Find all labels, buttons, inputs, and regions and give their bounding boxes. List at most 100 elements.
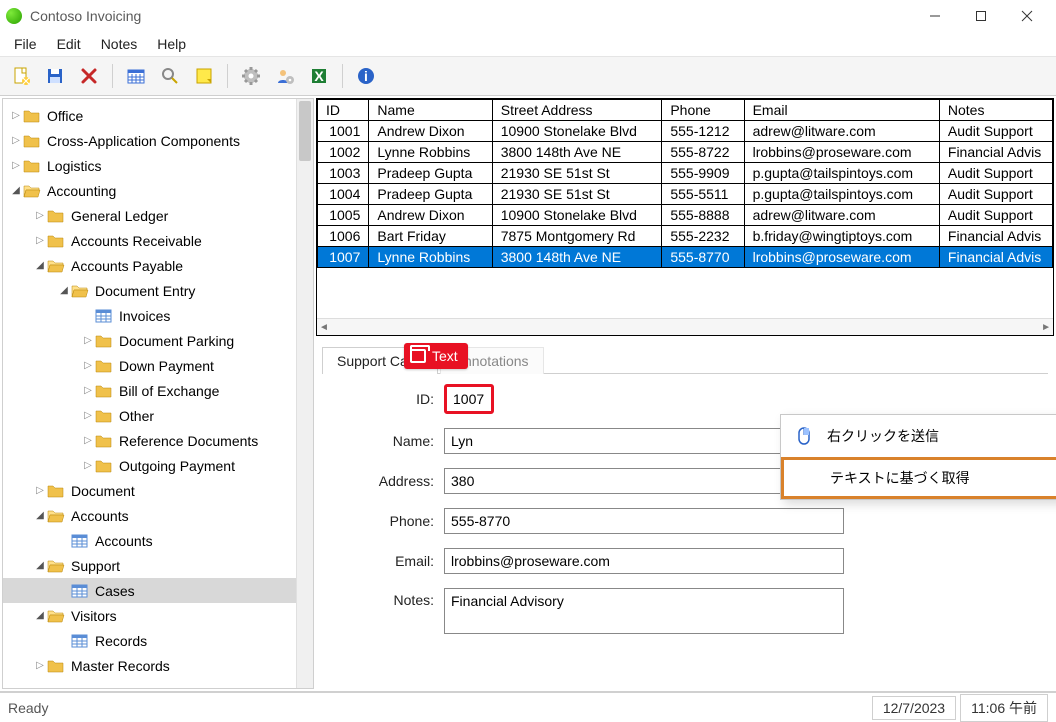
chevron-right-icon[interactable]: ▷	[81, 410, 95, 421]
new-doc-button[interactable]	[6, 61, 36, 91]
status-time: 11:06 午前	[960, 694, 1048, 722]
tree-node[interactable]: Accounts	[3, 528, 296, 553]
table-row[interactable]: 1006Bart Friday7875 Montgomery Rd555-223…	[318, 226, 1053, 247]
tree-label: Document Entry	[95, 283, 195, 299]
text-recorder-tag[interactable]: Text	[404, 343, 468, 369]
chevron-right-icon[interactable]: ▷	[33, 660, 47, 671]
tree-node[interactable]: ◢ Accounts	[3, 503, 296, 528]
save-button[interactable]	[40, 61, 70, 91]
cell: p.gupta@tailspintoys.com	[744, 184, 939, 205]
tree-node[interactable]: ▷Other	[3, 403, 296, 428]
tree-node[interactable]: Records	[3, 628, 296, 653]
calendar-button[interactable]	[121, 61, 151, 91]
tree-label: Cross-Application Components	[47, 133, 240, 149]
cell: 555-9909	[662, 163, 744, 184]
export-excel-button[interactable]: X	[304, 61, 334, 91]
chevron-right-icon[interactable]: ▷	[33, 235, 47, 246]
chevron-right-icon[interactable]: ▷	[81, 335, 95, 346]
chevron-down-icon[interactable]: ◢	[33, 260, 47, 271]
maximize-button[interactable]	[958, 0, 1004, 32]
note-button[interactable]	[189, 61, 219, 91]
cell: Audit Support	[939, 184, 1052, 205]
cell: 10900 Stonelake Blvd	[492, 205, 662, 226]
chevron-down-icon[interactable]: ◢	[9, 185, 23, 196]
ctx-label: 右クリックを送信	[827, 426, 939, 446]
folder-icon	[23, 108, 41, 124]
table-row[interactable]: 1005Andrew Dixon10900 Stonelake Blvd555-…	[318, 205, 1053, 226]
column-header[interactable]: Notes	[939, 100, 1052, 121]
email-field[interactable]	[444, 548, 844, 574]
ctx-send-right-click[interactable]: 右クリックを送信	[781, 415, 1056, 457]
tree-node[interactable]: ▷Outgoing Payment	[3, 453, 296, 478]
chevron-right-icon[interactable]: ▷	[81, 460, 95, 471]
info-button[interactable]: i	[351, 61, 381, 91]
tree-node[interactable]: ◢Accounting	[3, 178, 296, 203]
chevron-right-icon[interactable]: ▷	[81, 385, 95, 396]
chevron-right-icon[interactable]: ▷	[81, 360, 95, 371]
settings-button[interactable]	[236, 61, 266, 91]
menu-notes[interactable]: Notes	[91, 34, 148, 54]
tree-node[interactable]: ◢ Visitors	[3, 603, 296, 628]
column-header[interactable]: Street Address	[492, 100, 662, 121]
column-header[interactable]: ID	[318, 100, 369, 121]
minimize-button[interactable]	[912, 0, 958, 32]
tree-node[interactable]: ▷Bill of Exchange	[3, 378, 296, 403]
tree-scrollbar[interactable]	[296, 99, 313, 688]
tree-node[interactable]: ▷General Ledger	[3, 203, 296, 228]
menu-file[interactable]: File	[4, 34, 47, 54]
chevron-right-icon[interactable]: ▷	[9, 110, 23, 121]
column-header[interactable]: Name	[369, 100, 492, 121]
tree-node[interactable]: ▷Office	[3, 103, 296, 128]
tree-node[interactable]: ▷ Cross-Application Components	[3, 128, 296, 153]
app-icon	[6, 8, 22, 24]
tree-node[interactable]: ▷ Document Parking	[3, 328, 296, 353]
chevron-down-icon[interactable]: ◢	[57, 285, 71, 296]
tree-node[interactable]: ▷Master Records	[3, 653, 296, 678]
chevron-down-icon[interactable]: ◢	[33, 610, 47, 621]
chevron-right-icon[interactable]: ▷	[33, 210, 47, 221]
table-row[interactable]: 1001Andrew Dixon10900 Stonelake Blvd555-…	[318, 121, 1053, 142]
chevron-right-icon[interactable]: ▷	[9, 160, 23, 171]
grid-horizontal-scrollbar[interactable]: ◄►	[317, 318, 1053, 335]
ctx-get-by-text[interactable]: テキストに基づく取得	[781, 457, 1056, 499]
chevron-right-icon[interactable]: ▷	[9, 135, 23, 146]
column-header[interactable]: Email	[744, 100, 939, 121]
tree-node[interactable]: ◢Support	[3, 553, 296, 578]
menu-edit[interactable]: Edit	[47, 34, 91, 54]
tree-node[interactable]: Invoices	[3, 303, 296, 328]
search-button[interactable]	[155, 61, 185, 91]
tree-node[interactable]: ▷Accounts Receivable	[3, 228, 296, 253]
table-row[interactable]: 1003Pradeep Gupta21930 SE 51st St555-990…	[318, 163, 1053, 184]
grid-icon	[71, 583, 89, 599]
tree-node[interactable]: ▷Logistics	[3, 153, 296, 178]
menu-help[interactable]: Help	[147, 34, 196, 54]
tree-node[interactable]: ◢ Document Entry	[3, 278, 296, 303]
tree-label: Accounts	[71, 508, 129, 524]
tree-label: Visitors	[71, 608, 117, 624]
notes-field[interactable]	[444, 588, 844, 634]
chevron-down-icon[interactable]: ◢	[33, 560, 47, 571]
chevron-right-icon[interactable]: ▷	[33, 485, 47, 496]
table-row[interactable]: 1007Lynne Robbins3800 148th Ave NE555-87…	[318, 247, 1053, 268]
tree-node[interactable]: ▷Document	[3, 478, 296, 503]
cell: Andrew Dixon	[369, 205, 492, 226]
delete-button[interactable]	[74, 61, 104, 91]
cell: Financial Advis	[939, 226, 1052, 247]
id-field[interactable]	[444, 384, 494, 414]
tree-node[interactable]: ▷Down Payment	[3, 353, 296, 378]
close-button[interactable]	[1004, 0, 1050, 32]
column-header[interactable]: Phone	[662, 100, 744, 121]
cell: 555-2232	[662, 226, 744, 247]
table-row[interactable]: 1002Lynne Robbins3800 148th Ave NE555-87…	[318, 142, 1053, 163]
user-settings-button[interactable]	[270, 61, 300, 91]
svg-text:X: X	[314, 68, 324, 84]
table-row[interactable]: 1004Pradeep Gupta21930 SE 51st St555-551…	[318, 184, 1053, 205]
chevron-right-icon[interactable]: ▷	[81, 435, 95, 446]
tree-node[interactable]: ◢Accounts Payable	[3, 253, 296, 278]
chevron-down-icon[interactable]: ◢	[33, 510, 47, 521]
tree-node[interactable]: ▷Reference Documents	[3, 428, 296, 453]
phone-field[interactable]	[444, 508, 844, 534]
tree-label: Document Parking	[119, 333, 234, 349]
tree-node[interactable]: Cases	[3, 578, 296, 603]
cell: Bart Friday	[369, 226, 492, 247]
